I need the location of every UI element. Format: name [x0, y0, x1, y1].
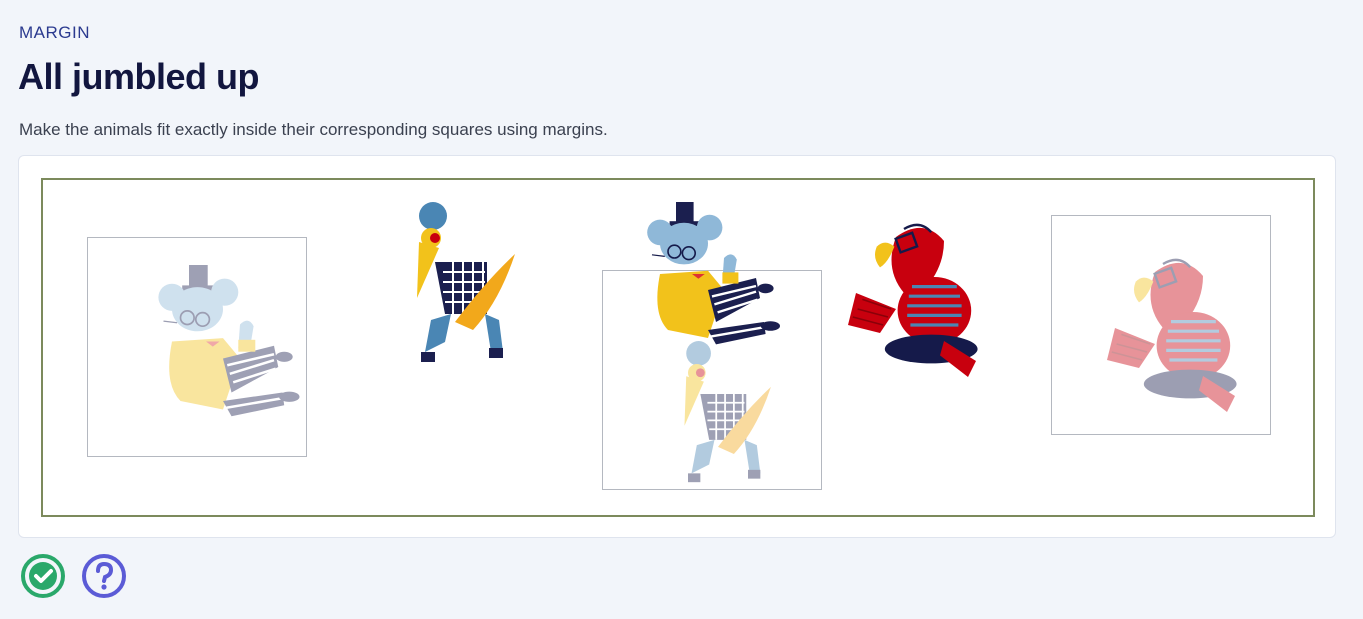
- page-title: All jumbled up: [18, 56, 260, 97]
- exercise-description: Make the animals fit exactly inside thei…: [19, 120, 608, 139]
- bird-silhouette: [663, 341, 773, 491]
- mouse-illustration[interactable]: [628, 202, 788, 362]
- category-label: MARGIN: [19, 23, 90, 42]
- mouse-silhouette: [138, 260, 308, 440]
- help-button[interactable]: [81, 553, 127, 599]
- target-square-parrot: [1051, 215, 1271, 435]
- parrot-silhouette: [1107, 241, 1267, 431]
- question-circle-icon: [82, 554, 126, 598]
- target-square-mouse: [87, 237, 307, 457]
- parrot-illustration[interactable]: [848, 206, 1008, 396]
- playground-stage: [41, 178, 1315, 517]
- check-circle-icon: [21, 554, 65, 598]
- heron-illustration[interactable]: [391, 202, 519, 372]
- exercise-panel: [18, 155, 1336, 538]
- check-answer-button[interactable]: [20, 553, 66, 599]
